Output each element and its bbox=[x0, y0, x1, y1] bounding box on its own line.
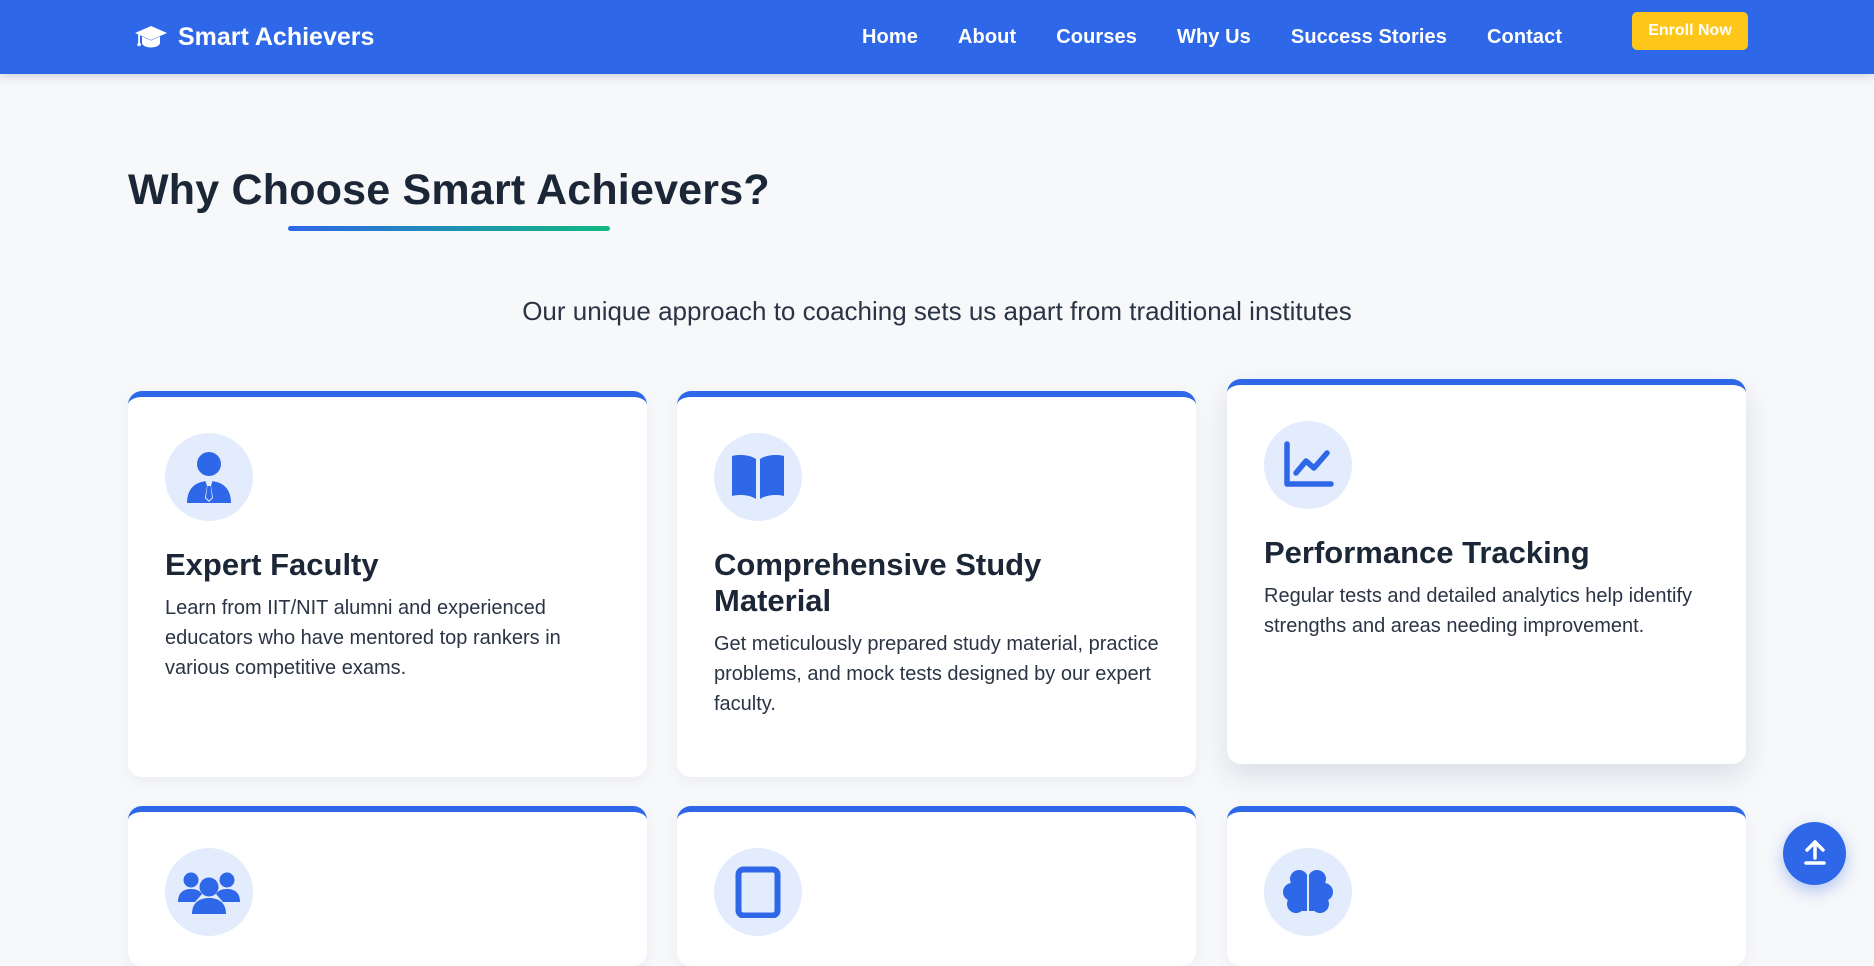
feature-text: Get meticulously prepared study material… bbox=[714, 633, 1159, 715]
feature-title: Performance Tracking bbox=[1264, 535, 1590, 570]
brand-logo[interactable]: Smart Achievers bbox=[134, 19, 374, 55]
feature-title: Comprehensive Study Material bbox=[714, 547, 1042, 618]
graduation-cap-icon bbox=[134, 24, 168, 50]
arrow-up-icon bbox=[1803, 838, 1827, 869]
feature-card-performance-tracking: Performance Tracking Regular tests and d… bbox=[1227, 379, 1746, 764]
feature-card-study-material: Comprehensive Study Material Get meticul… bbox=[677, 391, 1196, 777]
nav-success-stories[interactable]: Success Stories bbox=[1291, 26, 1447, 49]
section-title: Why Choose Smart Achievers? bbox=[128, 166, 770, 214]
book-open-icon bbox=[714, 433, 802, 521]
brain-icon bbox=[1264, 848, 1352, 936]
enroll-now-button[interactable]: Enroll Now bbox=[1632, 12, 1748, 50]
nav-home[interactable]: Home bbox=[862, 26, 918, 49]
nav-courses[interactable]: Courses bbox=[1056, 26, 1137, 49]
navbar: Smart Achievers Home About Courses Why U… bbox=[0, 0, 1874, 74]
users-icon bbox=[165, 848, 253, 936]
brand-name: Smart Achievers bbox=[178, 22, 375, 51]
feature-title: Expert Faculty bbox=[165, 547, 379, 582]
nav-about[interactable]: About bbox=[958, 26, 1016, 49]
chart-line-icon bbox=[1264, 421, 1352, 509]
scroll-to-top-button[interactable] bbox=[1783, 822, 1846, 885]
feature-card-6 bbox=[1227, 806, 1746, 966]
main-nav: Home About Courses Why Us Success Storie… bbox=[862, 0, 1602, 74]
nav-contact[interactable]: Contact bbox=[1487, 26, 1562, 49]
feature-text: Regular tests and detailed analytics hel… bbox=[1264, 585, 1693, 637]
title-underline bbox=[288, 226, 610, 231]
section-subtitle: Our unique approach to coaching sets us … bbox=[522, 296, 1352, 326]
user-tie-icon bbox=[165, 433, 253, 521]
feature-text: Learn from IIT/NIT alumni and experience… bbox=[165, 597, 561, 679]
nav-why-us[interactable]: Why Us bbox=[1177, 26, 1251, 49]
feature-card-expert-faculty: Expert Faculty Learn from IIT/NIT alumni… bbox=[128, 391, 647, 777]
feature-card-5 bbox=[677, 806, 1196, 966]
tablet-icon bbox=[714, 848, 802, 936]
feature-card-4 bbox=[128, 806, 647, 966]
